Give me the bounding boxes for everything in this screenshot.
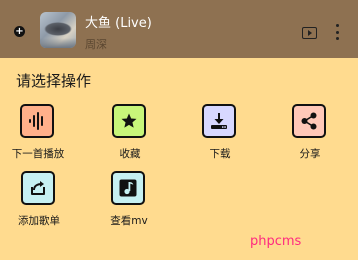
action-download-label: 下载 xyxy=(209,148,231,160)
video-play-icon[interactable] xyxy=(302,27,317,39)
action-view-mv[interactable]: 查看mv xyxy=(93,171,165,231)
action-download[interactable]: 下载 xyxy=(184,104,256,164)
action-view-mv-label: 查看mv xyxy=(110,215,148,227)
now-playing-bar[interactable]: + 大鱼 (Live) 周深 xyxy=(0,0,358,58)
audio-wave-icon xyxy=(29,112,43,130)
action-favorite-tile[interactable] xyxy=(112,104,146,138)
action-play-next-tile[interactable] xyxy=(20,104,54,138)
action-add-to-playlist[interactable]: 添加歌单 xyxy=(3,171,75,231)
action-share-label: 分享 xyxy=(299,148,321,160)
album-cover[interactable] xyxy=(40,12,76,48)
star-icon xyxy=(121,113,137,128)
action-play-next[interactable]: 下一首播放 xyxy=(2,104,74,164)
action-play-next-label: 下一首播放 xyxy=(11,148,65,160)
action-share-tile[interactable] xyxy=(292,104,326,138)
action-add-to-playlist-label: 添加歌单 xyxy=(18,215,60,227)
download-icon xyxy=(211,113,227,129)
more-vertical-icon[interactable] xyxy=(335,24,339,40)
share-icon xyxy=(301,112,317,130)
song-artist: 周深 xyxy=(85,38,107,51)
sheet-heading: 请选择操作 xyxy=(16,72,92,90)
action-favorite-label: 收藏 xyxy=(119,148,141,160)
music-note-icon xyxy=(119,179,137,197)
action-add-to-playlist-tile[interactable] xyxy=(21,171,55,205)
watermark: phpcms xyxy=(250,234,302,249)
playlist-add-icon xyxy=(31,181,45,195)
action-favorite[interactable]: 收藏 xyxy=(94,104,166,164)
action-share[interactable]: 分享 xyxy=(274,104,346,164)
action-download-tile[interactable] xyxy=(202,104,236,138)
action-view-mv-tile[interactable] xyxy=(111,171,145,205)
song-title: 大鱼 (Live) xyxy=(85,16,152,31)
plus-icon[interactable]: + xyxy=(14,26,25,37)
